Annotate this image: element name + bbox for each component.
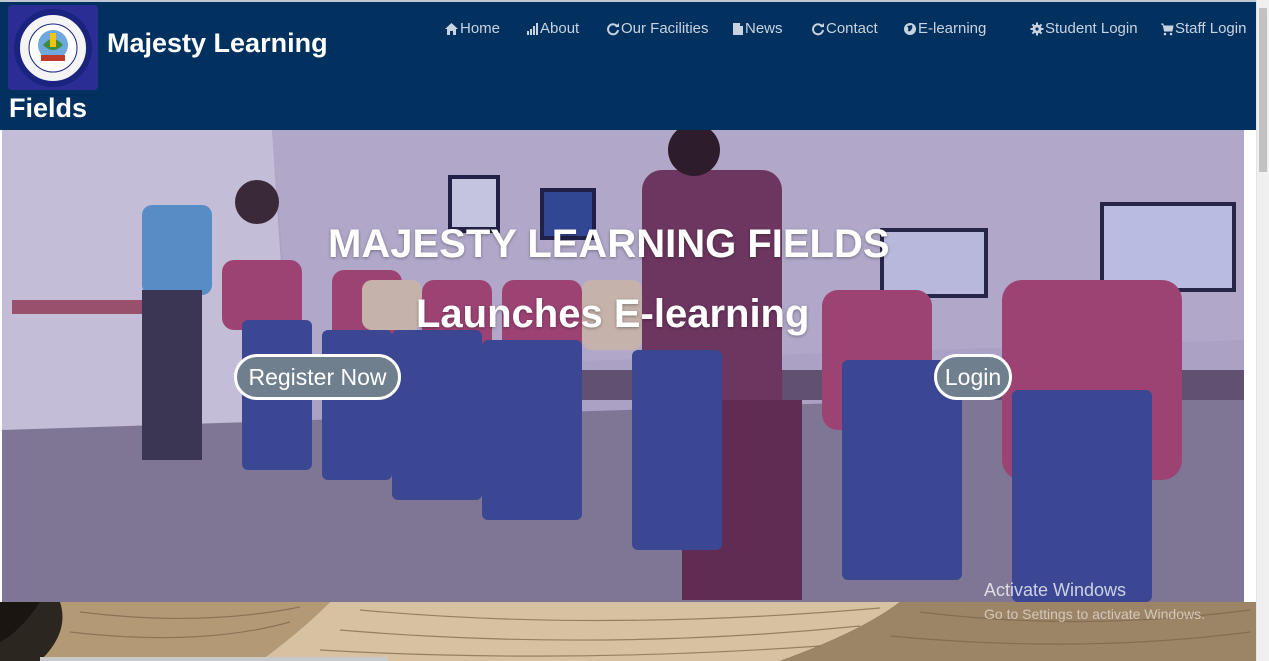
bar-chart-icon xyxy=(527,22,538,35)
refresh-icon xyxy=(607,22,619,35)
nav-about-label: About xyxy=(540,20,580,37)
nav-home-label: Home xyxy=(460,20,501,37)
nav-contact-label: Contact xyxy=(826,20,878,37)
nav-news[interactable]: News xyxy=(732,20,783,37)
site-title: Majesty Learning xyxy=(107,28,328,58)
activate-windows-hint: Go to Settings to activate Windows. xyxy=(984,606,1205,622)
gear-icon xyxy=(1030,22,1044,35)
refresh-icon xyxy=(812,22,824,35)
nav-staff-login[interactable]: Staff Login xyxy=(1160,20,1246,37)
vertical-scrollbar[interactable] xyxy=(1256,0,1269,661)
nav-staff-login-label: Staff Login xyxy=(1175,20,1247,37)
globe-icon xyxy=(904,22,916,35)
hero-title: MAJESTY LEARNING FIELDS xyxy=(328,222,890,266)
home-icon xyxy=(445,22,458,35)
register-now-button[interactable]: Register Now xyxy=(234,354,401,400)
site-header: Majesty Learning Fields Home About Our F… xyxy=(0,0,1256,130)
nav-student-login-label: Student Login xyxy=(1045,20,1138,37)
nav-student-login[interactable]: Student Login xyxy=(1030,20,1138,37)
document-icon xyxy=(733,22,743,35)
scrollbar-thumb[interactable] xyxy=(1259,8,1267,172)
nav-contact[interactable]: Contact xyxy=(811,20,878,37)
nav-home[interactable]: Home xyxy=(444,20,500,37)
nav-news-label: News xyxy=(745,20,783,37)
nav-our-facilities-label: Our Facilities xyxy=(621,20,709,37)
horizontal-scrollbar[interactable] xyxy=(40,657,388,661)
login-button[interactable]: Login xyxy=(934,354,1012,400)
nav-e-learning-label: E-learning xyxy=(918,20,987,37)
nav-about[interactable]: About xyxy=(526,20,579,37)
hero-tint-overlay xyxy=(2,130,1244,602)
hero-subtitle: Launches E-learning xyxy=(416,292,810,336)
nav-e-learning[interactable]: E-learning xyxy=(903,20,986,37)
nav-our-facilities[interactable]: Our Facilities xyxy=(606,20,709,37)
site-title-continued: Fields xyxy=(9,93,88,123)
activate-windows-watermark: Activate Windows xyxy=(984,580,1127,600)
hero-banner: MAJESTY LEARNING FIELDS Launches E-learn… xyxy=(2,130,1246,602)
college-crest-logo[interactable] xyxy=(8,5,98,90)
shopping-cart-icon xyxy=(1161,23,1174,35)
